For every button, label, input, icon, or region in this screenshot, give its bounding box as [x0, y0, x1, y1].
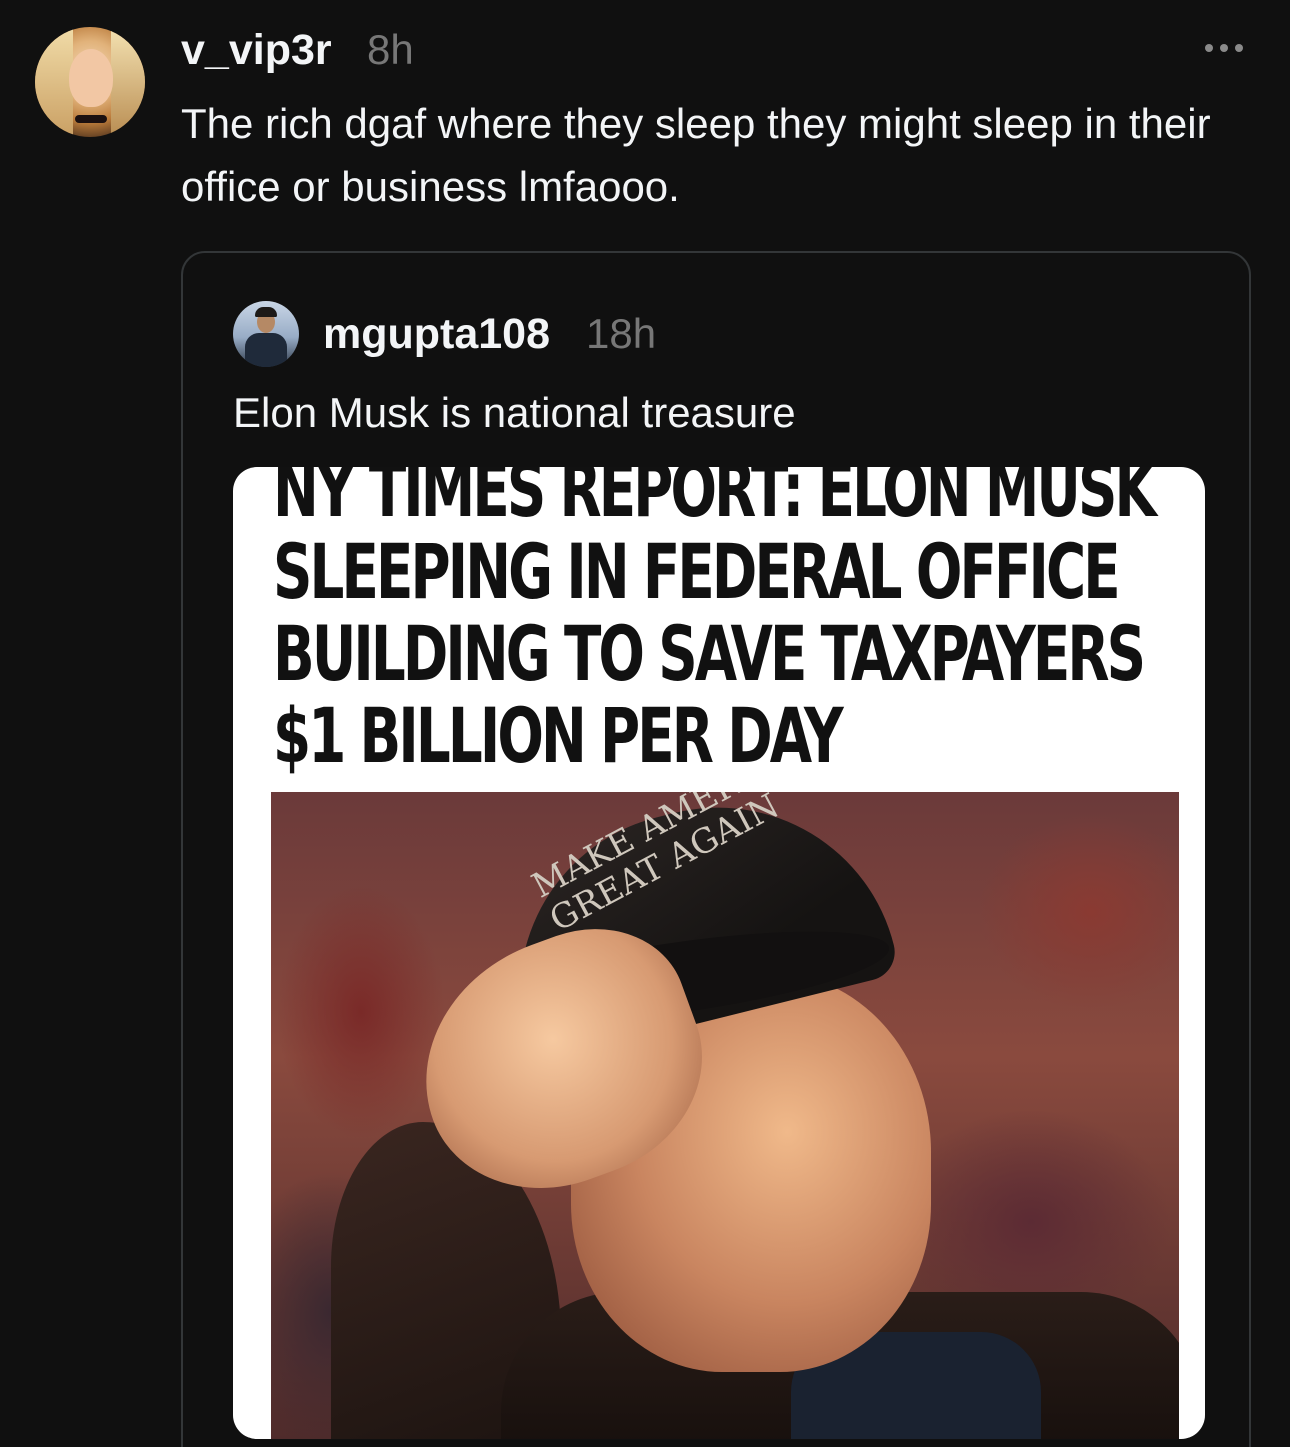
quoted-post-image[interactable]: NY TIMES REPORT: ELON MUSK SLEEPING IN F…: [233, 467, 1205, 1439]
quoted-username[interactable]: mgupta108: [323, 308, 550, 360]
thread-post: v_vip3r 8h The rich dgaf where they slee…: [0, 0, 1290, 1447]
image-headline: NY TIMES REPORT: ELON MUSK SLEEPING IN F…: [273, 467, 1157, 780]
avatar-hair: [255, 307, 277, 317]
image-photo: MAKE AMERICA GREAT AGAIN: [271, 792, 1179, 1439]
quoted-timestamp: 18h: [586, 310, 657, 357]
post-body-text: The rich dgaf where they sleep they migh…: [181, 100, 1211, 210]
user-avatar[interactable]: [35, 27, 145, 137]
more-dot-icon: [1235, 44, 1243, 52]
more-dot-icon: [1220, 44, 1228, 52]
headline-line: $1 BILLION PER DAY: [273, 691, 844, 780]
quoted-body-text: Elon Musk is national treasure: [233, 389, 796, 436]
post-timestamp: 8h: [367, 26, 414, 73]
avatar-face: [69, 49, 113, 107]
headline-line: BUILDING TO SAVE TAXPAYERS: [273, 609, 1146, 698]
avatar-hair-left: [35, 27, 73, 137]
quoted-post-card[interactable]: mgupta108 18h Elon Musk is national trea…: [181, 251, 1251, 1447]
avatar-choker: [75, 115, 107, 123]
headline-line: NY TIMES REPORT: ELON MUSK: [273, 467, 1157, 534]
headline-line: SLEEPING IN FEDERAL OFFICE: [273, 527, 1121, 616]
post-username[interactable]: v_vip3r: [181, 24, 332, 76]
quoted-user-avatar[interactable]: [233, 301, 299, 367]
more-options-button[interactable]: [1196, 32, 1252, 64]
avatar-jacket: [245, 333, 287, 367]
avatar-hair-right: [111, 27, 145, 137]
more-dot-icon: [1205, 44, 1213, 52]
